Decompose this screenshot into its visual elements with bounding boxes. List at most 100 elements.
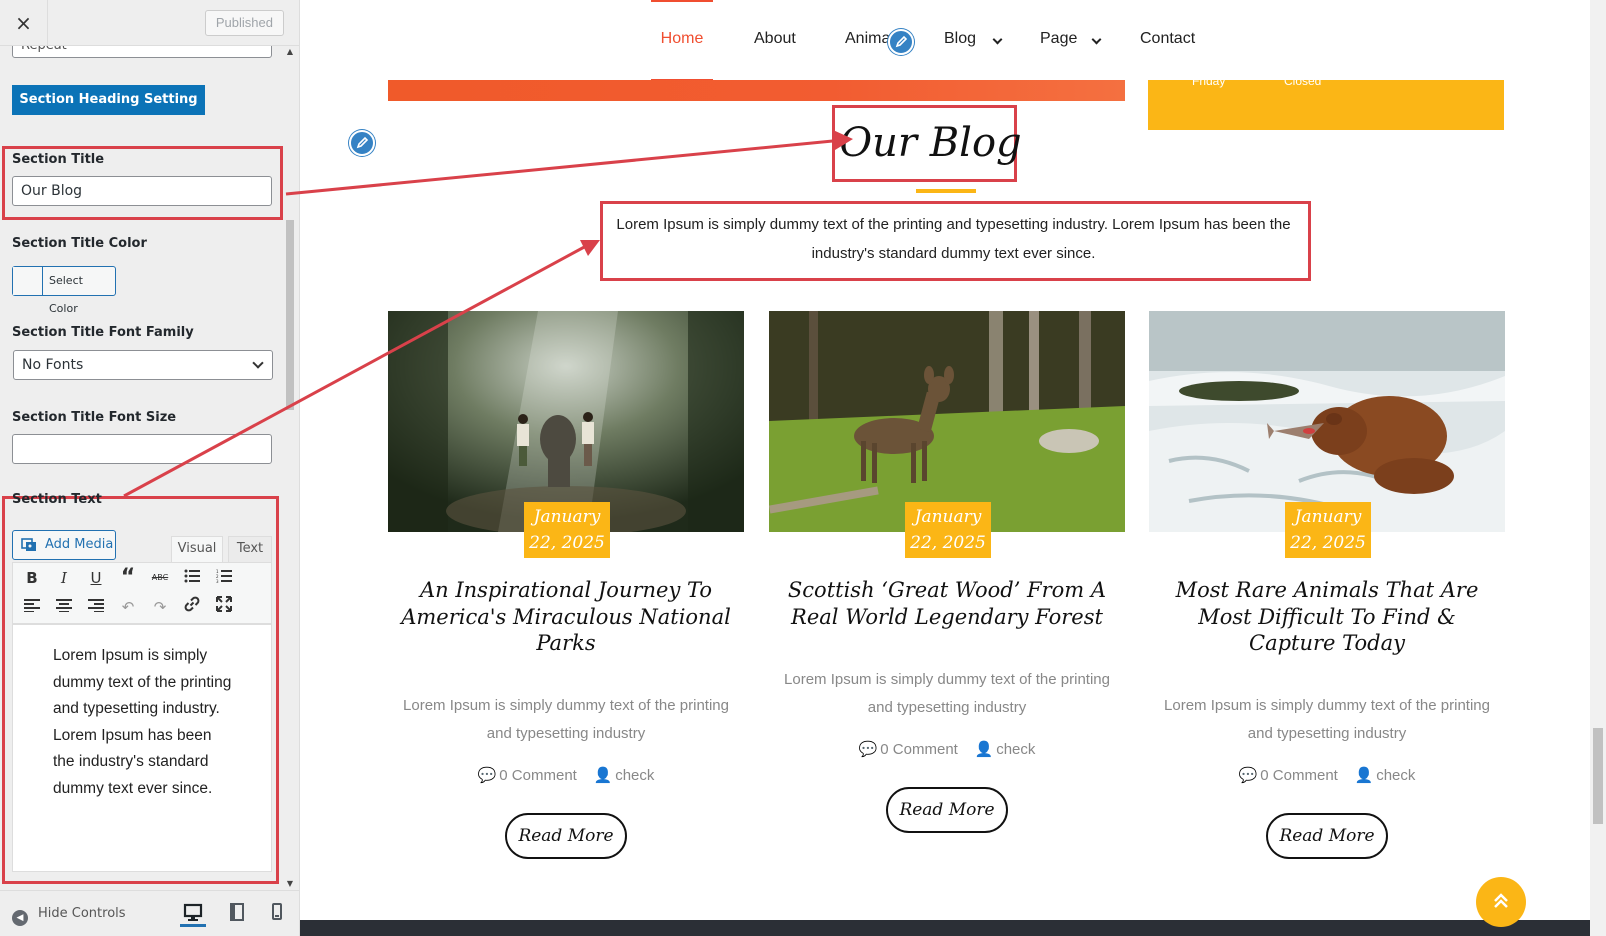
site-preview: Home About Anima Blog Page Contact Frida… xyxy=(300,0,1606,936)
align-left-icon[interactable] xyxy=(21,596,43,618)
section-heading-setting-button[interactable]: Section Heading Setting xyxy=(12,85,205,115)
numbered-list-icon[interactable]: 123 xyxy=(213,567,235,589)
main-navigation: Home About Anima Blog Page Contact xyxy=(300,0,1590,81)
media-icon xyxy=(21,538,36,551)
section-title-label: Section Title xyxy=(12,152,105,167)
nav-about[interactable]: About xyxy=(754,30,796,48)
post-image-elephant[interactable] xyxy=(388,311,744,532)
post-meta: 💬 0 Comment 👤 check xyxy=(388,766,744,784)
nav-animals[interactable]: Anima xyxy=(845,30,890,48)
opening-hours-box: Friday Closed xyxy=(1148,80,1504,130)
mobile-icon xyxy=(272,903,282,920)
close-icon: × xyxy=(15,11,32,35)
add-media-button[interactable]: Add Media xyxy=(12,530,116,560)
post-date-day-year: 22, 2025 xyxy=(1290,533,1366,553)
post-title[interactable]: Most Rare Animals That Are Most Difficul… xyxy=(1159,577,1495,657)
post-date-day-year: 22, 2025 xyxy=(529,533,605,553)
hide-controls-button[interactable]: ◀ Hide Controls xyxy=(12,906,126,926)
sidebar-scrollbar[interactable] xyxy=(286,220,294,410)
post-date-badge: January 22, 2025 xyxy=(905,502,991,558)
section-heading: Our Blog xyxy=(839,120,1022,166)
page-chevron-down-icon[interactable] xyxy=(1091,34,1102,45)
post-title[interactable]: An Inspirational Journey To America's Mi… xyxy=(398,577,734,657)
nav-home[interactable]: Home xyxy=(651,30,713,48)
post-comments[interactable]: 0 Comment xyxy=(1260,767,1338,784)
nav-contact[interactable]: Contact xyxy=(1140,30,1195,48)
post-date-month: January xyxy=(1294,507,1362,527)
repeat-select[interactable]: Repeat xyxy=(12,46,272,58)
post-date-month: January xyxy=(533,507,601,527)
collapse-icon: ◀ xyxy=(12,910,28,926)
desktop-preview-button[interactable] xyxy=(180,901,206,927)
comment-icon: 💬 xyxy=(1238,767,1258,784)
tab-visual[interactable]: Visual xyxy=(171,536,223,562)
edit-nav-pencil-icon[interactable] xyxy=(888,29,914,55)
close-customizer-button[interactable]: × xyxy=(0,0,48,46)
post-author[interactable]: check xyxy=(1376,767,1415,784)
post-comments[interactable]: 0 Comment xyxy=(499,767,577,784)
post-image-deer[interactable] xyxy=(769,311,1125,532)
font-family-select[interactable]: No Fonts xyxy=(13,350,273,380)
post-author[interactable]: check xyxy=(615,767,654,784)
hours-status: Closed xyxy=(1284,80,1322,88)
fullscreen-icon[interactable] xyxy=(213,596,235,618)
undo-icon[interactable]: ↶ xyxy=(117,596,139,618)
italic-icon[interactable]: I xyxy=(53,567,75,589)
section-title-color-label: Section Title Color xyxy=(12,236,147,251)
post-title[interactable]: Scottish ‘Great Wood’ From A Real World … xyxy=(779,577,1115,630)
customizer-sidebar: × Published Repeat Section Heading Setti… xyxy=(0,0,300,936)
align-right-icon[interactable] xyxy=(85,596,107,618)
hours-day: Friday xyxy=(1192,80,1226,88)
comment-icon: 💬 xyxy=(477,767,497,784)
chevron-down-icon xyxy=(252,357,264,369)
font-size-label: Section Title Font Size xyxy=(12,410,177,425)
color-swatch xyxy=(13,267,43,295)
redo-icon[interactable]: ↷ xyxy=(149,596,171,618)
editor-toolbar: B I U “ ABC 123 ↶ ↷ xyxy=(12,562,272,624)
strikethrough-icon[interactable]: ABC xyxy=(149,567,171,589)
bold-icon[interactable]: B xyxy=(21,567,43,589)
customizer-controls: Repeat Section Heading Setting Section T… xyxy=(0,46,299,890)
tab-text[interactable]: Text xyxy=(228,536,272,562)
post-comments[interactable]: 0 Comment xyxy=(880,741,958,758)
post-date-badge: January 22, 2025 xyxy=(524,502,610,558)
blog-chevron-down-icon[interactable] xyxy=(992,34,1003,45)
underline-icon[interactable]: U xyxy=(85,567,107,589)
section-text-label: Section Text xyxy=(12,492,102,507)
preview-scroll-thumb[interactable] xyxy=(1593,728,1603,824)
scroll-top-button[interactable] xyxy=(1476,877,1526,927)
scroll-down-arrow-icon[interactable]: ▼ xyxy=(286,880,294,888)
orange-banner xyxy=(388,80,1125,101)
post-date-day-year: 22, 2025 xyxy=(910,533,986,553)
tablet-preview-button[interactable] xyxy=(224,901,250,927)
bullet-list-icon[interactable] xyxy=(181,567,203,589)
font-family-label: Section Title Font Family xyxy=(12,325,194,340)
select-color-button[interactable]: Select Color xyxy=(12,266,116,315)
editor-content-area[interactable]: Lorem Ipsum is simply dummy text of the … xyxy=(12,624,272,872)
read-more-button[interactable]: Read More xyxy=(505,813,627,859)
blockquote-icon[interactable]: “ xyxy=(117,567,139,589)
section-title-input[interactable]: Our Blog xyxy=(12,176,272,206)
edit-section-pencil-icon[interactable] xyxy=(349,130,375,156)
post-author[interactable]: check xyxy=(996,741,1035,758)
post-image-bear[interactable] xyxy=(1149,311,1505,532)
read-more-button[interactable]: Read More xyxy=(1266,813,1388,859)
read-more-button[interactable]: Read More xyxy=(886,787,1008,833)
align-center-icon[interactable] xyxy=(53,596,75,618)
publish-button[interactable]: Published xyxy=(204,10,284,36)
scroll-up-arrow-icon[interactable]: ▲ xyxy=(286,48,294,56)
font-size-input[interactable] xyxy=(12,434,272,464)
footer-section xyxy=(300,920,1590,936)
double-chevron-up-icon xyxy=(1494,893,1508,908)
preview-scrollbar[interactable] xyxy=(1590,0,1606,936)
nav-blog[interactable]: Blog xyxy=(944,30,976,48)
customizer-header: × Published xyxy=(0,0,299,46)
mobile-preview-button[interactable] xyxy=(264,901,290,927)
nav-page[interactable]: Page xyxy=(1040,30,1077,48)
link-icon[interactable] xyxy=(181,596,203,618)
post-excerpt: Lorem Ipsum is simply dummy text of the … xyxy=(403,697,729,742)
heading-underline xyxy=(916,189,976,193)
svg-text:3: 3 xyxy=(216,579,219,583)
tablet-icon xyxy=(230,903,244,921)
section-description: Lorem Ipsum is simply dummy text of the … xyxy=(616,216,1291,262)
